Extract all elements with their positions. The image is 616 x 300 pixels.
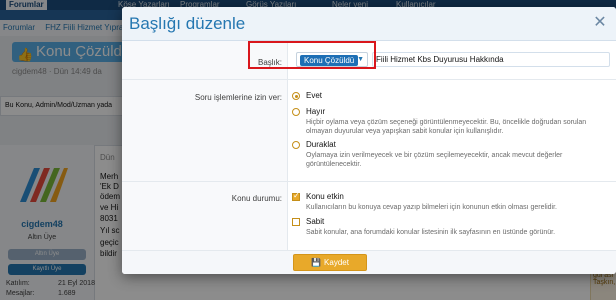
checkbox-label: Sabit	[306, 217, 325, 226]
checkbox-konu-etkin[interactable]: Konu etkin Kullanıcıların bu konuya ceva…	[292, 191, 612, 214]
save-button-label: Kaydet	[324, 258, 349, 267]
dialog-header: Başlığı düzenle ✕	[122, 7, 616, 41]
radio-button[interactable]	[292, 92, 300, 100]
edit-title-dialog: Başlığı düzenle ✕ Başlık: Konu Çözüldü ▼…	[122, 7, 616, 274]
status-label: Konu durumu:	[231, 194, 282, 203]
radio-evet[interactable]: Evet	[292, 91, 612, 103]
checkbox-sabit[interactable]: Sabit Sabit konular, ana forumdaki konul…	[292, 217, 612, 239]
save-button[interactable]: 💾 Kaydet	[293, 254, 367, 271]
radio-hint: Oylamaya izin verilmeyecek ve bir çözüm …	[306, 152, 563, 168]
dialog-footer: 💾 Kaydet	[122, 250, 616, 274]
title-input[interactable]: Fiili Hizmet Kbs Duyurusu Hakkında	[372, 52, 610, 67]
radio-label: Duraklat	[306, 140, 336, 149]
radio-hint: Hiçbir oylama veya çözüm seçeneği görünt…	[306, 119, 587, 135]
radio-label: Evet	[306, 91, 323, 100]
dialog-title: Başlığı düzenle	[129, 14, 246, 33]
save-icon: 💾	[311, 258, 322, 267]
label-column	[122, 41, 288, 254]
checkbox[interactable]	[292, 191, 300, 201]
radio-duraklat[interactable]: Duraklat Oylamaya izin verilmeyecek ve b…	[292, 140, 612, 170]
divider	[122, 181, 616, 182]
divider	[122, 79, 616, 80]
radio-button[interactable]	[292, 108, 300, 116]
close-icon[interactable]: ✕	[590, 13, 610, 33]
radio-label: Hayır	[306, 107, 326, 116]
checkbox-hint: Sabit konular, ana forumdaki konular lis…	[306, 229, 556, 236]
checkbox-hint: Kullanıcıların bu konuya cevap yazıp bil…	[306, 204, 557, 211]
checkbox[interactable]	[292, 218, 300, 226]
highlight-box	[248, 41, 376, 69]
checkbox-label: Konu etkin	[306, 192, 344, 201]
poll-label: Soru işlemlerine izin ver:	[194, 93, 282, 102]
radio-hayir[interactable]: Hayır Hiçbir oylama veya çözüm seçeneği …	[292, 107, 612, 137]
radio-button[interactable]	[292, 141, 300, 149]
